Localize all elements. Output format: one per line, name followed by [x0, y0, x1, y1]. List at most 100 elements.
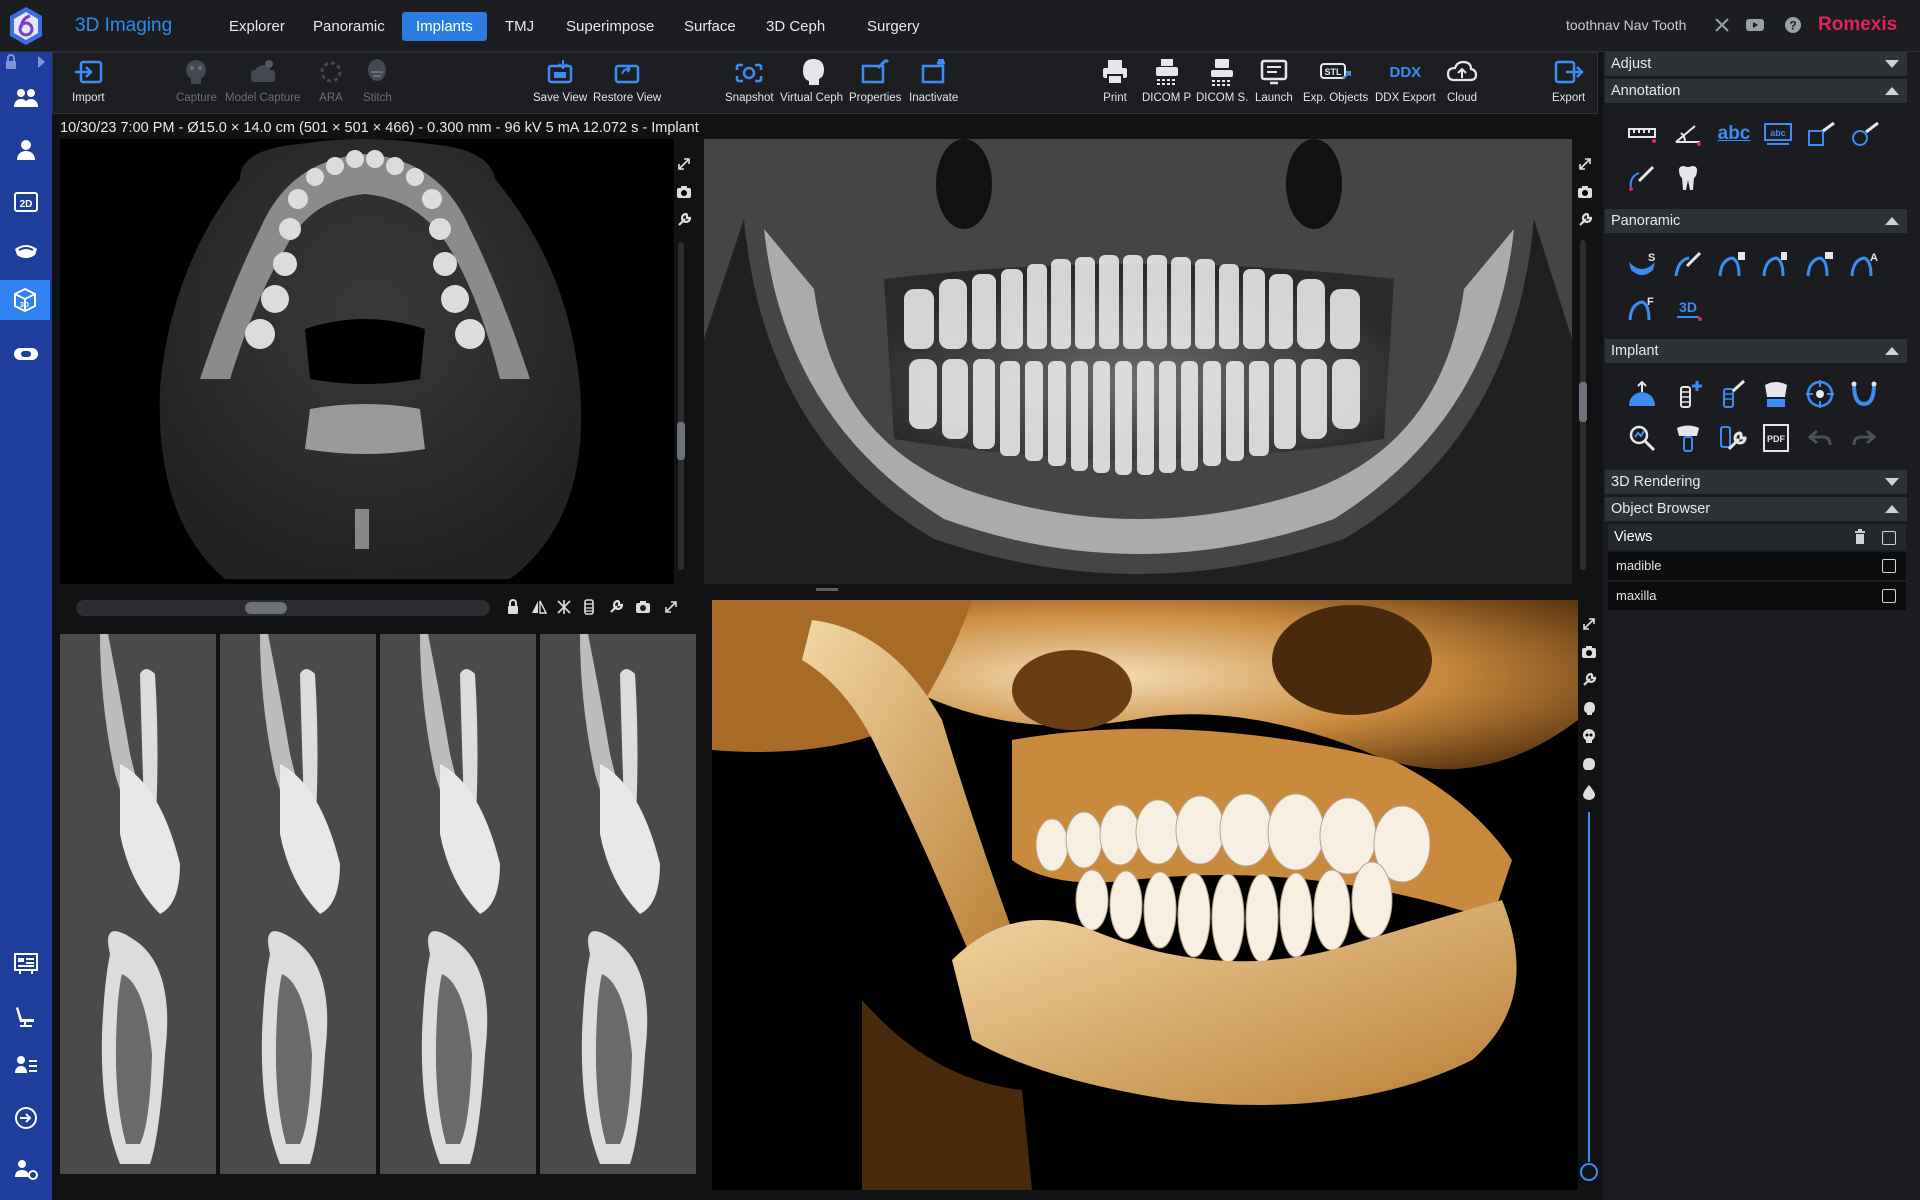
tab-surface[interactable]: Surface [670, 12, 750, 41]
cross-section-view[interactable] [60, 634, 697, 1174]
edit-implant-icon[interactable] [1714, 376, 1750, 412]
snapshot-button[interactable]: Snapshot [725, 58, 774, 104]
pano-arch-s-icon[interactable]: S [1624, 246, 1660, 282]
ara-button[interactable]: ARA [318, 58, 344, 104]
tab-3d-ceph[interactable]: 3D Ceph [752, 12, 839, 41]
cross-camera-icon[interactable] [634, 598, 652, 616]
axial-slice-handle[interactable] [677, 422, 685, 460]
capture-button[interactable]: Capture [176, 58, 217, 104]
tab-panoramic[interactable]: Panoramic [299, 12, 399, 41]
views-row[interactable]: Views [1608, 524, 1906, 550]
3d-opacity-handle[interactable] [1580, 1163, 1598, 1181]
object-row-maxilla[interactable]: maxilla [1608, 582, 1906, 610]
pano-curve-edit-icon[interactable] [1670, 246, 1706, 282]
implant-arch-icon[interactable] [1624, 376, 1660, 412]
undo-icon[interactable] [1802, 420, 1838, 456]
pano-curve-a-icon[interactable]: A [1846, 246, 1882, 282]
pano-curve-move-icon[interactable] [1758, 246, 1794, 282]
pdf-report-icon[interactable]: PDF [1758, 420, 1794, 456]
romexis-logo-icon[interactable] [8, 6, 44, 46]
implant-header[interactable]: Implant [1605, 339, 1907, 363]
axial-camera-icon[interactable] [675, 183, 693, 201]
sidebar-model-icon[interactable] [6, 334, 46, 374]
object-visibility-checkbox[interactable] [1882, 589, 1896, 603]
text-annotation-icon[interactable]: abc [1716, 116, 1752, 152]
ddx-export-button[interactable]: DDX DDX Export [1375, 58, 1436, 105]
vertical-splitter-top[interactable] [693, 139, 698, 587]
implant-tooth-icon[interactable] [1670, 420, 1706, 456]
3d-rendering-header[interactable]: 3D Rendering [1605, 470, 1907, 494]
angle-measure-icon[interactable] [1670, 116, 1706, 152]
cross-maximize-icon[interactable] [662, 598, 680, 616]
axial-view[interactable] [60, 139, 674, 587]
panoramic-slice-handle[interactable] [1579, 382, 1587, 422]
tab-superimpose[interactable]: Superimpose [552, 12, 668, 41]
inactivate-button[interactable]: Inactivate [909, 58, 958, 104]
freehand-draw-icon[interactable] [1624, 160, 1660, 196]
object-visibility-checkbox[interactable] [1882, 559, 1896, 573]
model-capture-button[interactable]: Model Capture [225, 58, 300, 104]
sidebar-dental-chair-icon[interactable] [6, 996, 46, 1036]
panoramic-camera-icon[interactable] [1576, 183, 1594, 201]
vertical-splitter-bottom[interactable] [700, 600, 708, 1180]
add-implant-icon[interactable] [1670, 376, 1706, 412]
sidebar-user-list-icon[interactable] [6, 1046, 46, 1086]
draw-circle-icon[interactable] [1848, 116, 1884, 152]
sidebar-patients-icon[interactable] [6, 78, 46, 118]
axial-maximize-icon[interactable] [675, 155, 693, 173]
3d-head-icon[interactable] [1580, 755, 1598, 773]
import-button[interactable]: Import [72, 58, 105, 104]
sidebar-3d-icon[interactable]: 3D [0, 280, 50, 320]
cross-tools-icon[interactable] [607, 598, 625, 616]
views-checkbox[interactable] [1882, 531, 1896, 545]
dicom-print-button[interactable]: DICOM P [1142, 58, 1191, 104]
help-icon[interactable]: ? [1784, 16, 1802, 34]
export-objects-button[interactable]: STL Exp. Objects [1303, 58, 1368, 104]
3d-rendering-view[interactable] [712, 600, 1578, 1190]
sidebar-2d-icon[interactable]: 2D [6, 182, 46, 222]
3d-opacity-slider[interactable] [1588, 812, 1590, 1162]
panoramic-view[interactable] [704, 139, 1572, 584]
properties-button[interactable]: Properties [849, 58, 901, 104]
object-browser-header[interactable]: Object Browser [1605, 497, 1907, 521]
horizontal-splitter-grip[interactable] [816, 588, 838, 591]
cross-mirror-icon[interactable] [530, 598, 548, 616]
implant-analysis-icon[interactable] [1624, 420, 1660, 456]
video-icon[interactable] [1745, 16, 1765, 34]
pano-curve-delete-icon[interactable] [1714, 246, 1750, 282]
user-name[interactable]: toothnav Nav Tooth [1566, 17, 1686, 33]
3d-opacity-icon[interactable] [1580, 783, 1598, 801]
tab-explorer[interactable]: Explorer [215, 12, 299, 41]
tooth-icon[interactable] [1670, 160, 1706, 196]
print-button[interactable]: Print [1101, 58, 1129, 104]
panoramic-header[interactable]: Panoramic [1605, 209, 1907, 233]
sidebar-logout-icon[interactable] [6, 1098, 46, 1138]
axial-slice-slider[interactable] [678, 242, 684, 570]
close-patient-icon[interactable] [1713, 16, 1731, 34]
sidebar-patient-icon[interactable] [6, 130, 46, 170]
cross-lock-icon[interactable] [504, 598, 522, 616]
sidebar-admin-icon[interactable] [6, 1150, 46, 1190]
tab-tmj[interactable]: TMJ [491, 12, 548, 41]
annotation-header[interactable]: Annotation [1605, 79, 1907, 103]
export-button[interactable]: Export [1552, 58, 1585, 104]
crown-icon[interactable] [1758, 376, 1794, 412]
3d-tools-icon[interactable] [1580, 671, 1598, 689]
3d-skull-icon[interactable] [1580, 727, 1598, 745]
object-row-madible[interactable]: madible [1608, 552, 1906, 580]
dicom-send-button[interactable]: DICOM S. [1196, 58, 1248, 104]
3d-head-side-icon[interactable] [1580, 699, 1598, 717]
draw-rectangle-icon[interactable] [1804, 116, 1840, 152]
ruler-icon[interactable] [1624, 116, 1660, 152]
horizontal-splitter[interactable] [60, 584, 1580, 599]
save-view-button[interactable]: Save View [533, 58, 587, 104]
cloud-button[interactable]: Cloud [1446, 58, 1478, 104]
axial-tools-icon[interactable] [675, 211, 693, 229]
restore-view-button[interactable]: Restore View [593, 58, 661, 104]
3d-camera-icon[interactable] [1580, 643, 1598, 661]
3d-maximize-icon[interactable] [1580, 615, 1598, 633]
implant-settings-icon[interactable] [1714, 420, 1750, 456]
cross-flip-icon[interactable] [555, 598, 573, 616]
lock-icon[interactable] [4, 54, 18, 70]
sidebar-dental-arch-icon[interactable] [6, 232, 46, 272]
